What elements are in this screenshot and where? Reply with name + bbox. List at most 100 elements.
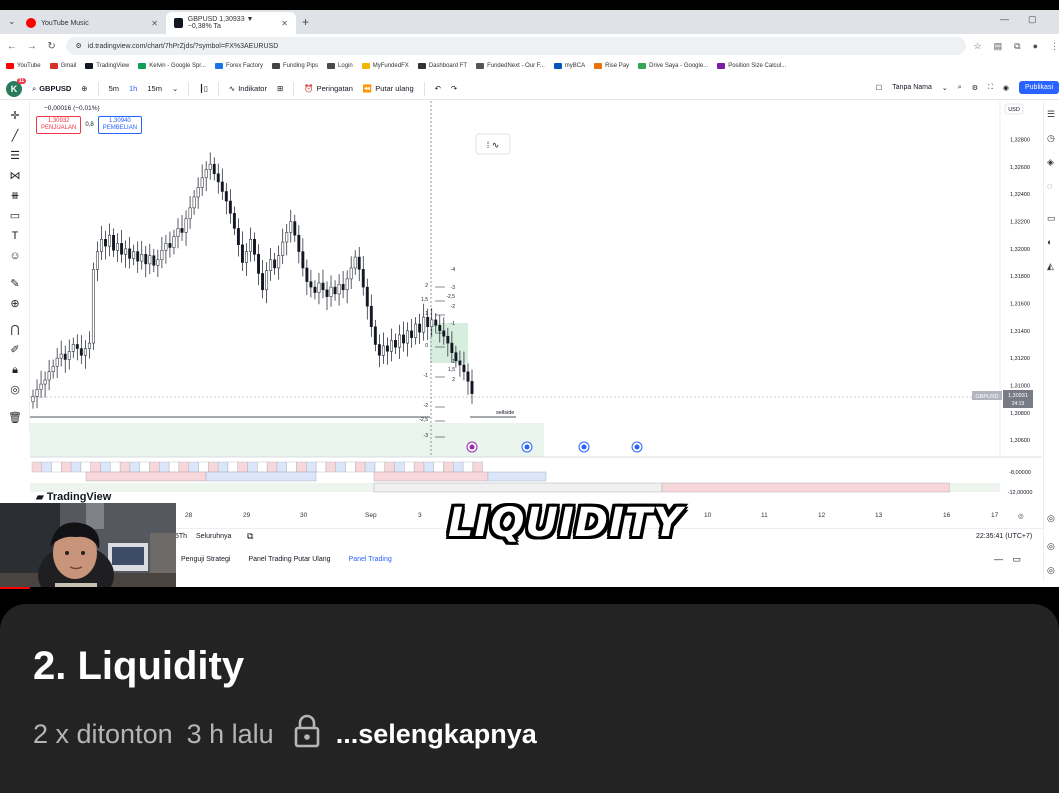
user-avatar[interactable]: K 11 [6, 77, 26, 97]
signal-icon[interactable]: ◐ [1047, 237, 1059, 247]
candlestick-chart[interactable]: sellside 2 1,5 1 0 -1 -2 -2,5 -3 -4 -3 -2,5 -2 -1 1 1,5… [30, 101, 1042, 501]
minimize-panel-icon[interactable]: — [994, 554, 1003, 564]
back-icon[interactable]: ← [6, 41, 18, 52]
bookmark-item[interactable]: TradingView [85, 63, 129, 69]
video-frame[interactable]: YouTube Music ✕ GBPUSD 1,30933 ▼ −0,38% … [0, 0, 1059, 605]
camera-icon[interactable]: ◉ [1003, 84, 1009, 92]
support-icon[interactable]: ◎ [1047, 565, 1059, 576]
buy-button[interactable]: 1,30940 PEMBELIAN [97, 116, 143, 134]
eye-icon[interactable]: ◎ [8, 383, 22, 397]
ideas-icon[interactable]: ◌ [1047, 181, 1059, 191]
help-icon[interactable]: ◎ [1047, 513, 1059, 524]
timeframe-dropdown-icon[interactable]: ⌄ [172, 84, 178, 93]
watchlist-icon[interactable]: ☰ [1047, 109, 1059, 120]
notifications-icon[interactable]: ◭ [1047, 261, 1059, 272]
forward-icon[interactable]: → [26, 41, 38, 52]
draw-mode-icon[interactable]: ✐ [8, 343, 22, 357]
new-tab-button[interactable]: + [296, 15, 315, 29]
profile-avatar[interactable]: ● [1033, 41, 1038, 52]
bookmark-item[interactable]: myBCA [553, 63, 585, 69]
lock-icon[interactable]: 🔒︎ [8, 363, 22, 377]
bookmark-item[interactable]: Gmail [49, 63, 76, 69]
bookmark-item[interactable]: Dashboard FT [417, 63, 467, 69]
url-field[interactable]: ⚙ id.tradingview.com/chart/7hPrZjds/?sym… [65, 37, 966, 55]
settings-icon[interactable]: ⚙ [972, 84, 978, 92]
indicator-block [355, 461, 366, 473]
bookmark-item[interactable]: Login [327, 63, 353, 69]
fib-icon[interactable]: ☰ [8, 149, 22, 163]
ruler-icon[interactable]: ✎ [8, 277, 22, 291]
timeframe-5m[interactable]: 5m [109, 84, 119, 93]
range-5y[interactable]: 5Th [175, 533, 187, 540]
add-symbol-icon[interactable]: ⊕ [81, 84, 87, 93]
rectangle-icon[interactable]: ▭ [8, 209, 22, 223]
bookmark-item[interactable]: MyFundedFX [361, 63, 409, 69]
tab-trading-panel[interactable]: Panel Trading [349, 556, 392, 563]
restore-icon[interactable]: ▢ [1028, 14, 1037, 25]
replay-button[interactable]: ⏪ Putar ulang [363, 84, 414, 93]
fullscreen-icon[interactable]: ⛶ [988, 84, 993, 92]
templates-icon[interactable]: ⊞ [277, 84, 283, 93]
menu-icon[interactable]: ⋮ [1050, 41, 1059, 52]
minimize-icon[interactable]: — [1000, 14, 1009, 24]
auto-scale-icon[interactable]: ◎ [1018, 512, 1024, 520]
text-icon[interactable]: T [8, 229, 22, 243]
history-icon[interactable]: ◎ [1047, 541, 1059, 552]
video-progress-bar[interactable] [0, 587, 1059, 605]
forecast-icon[interactable]: ⧻ [8, 189, 22, 203]
layers-icon[interactable]: ◈ [1047, 157, 1059, 168]
symbol-search[interactable]: ⌕ GBPUSD [32, 84, 71, 94]
reload-icon[interactable]: ↻ [46, 41, 58, 52]
trash-icon[interactable]: 🗑︎ [8, 411, 22, 425]
bookmark-item[interactable]: Rise Pay [594, 63, 629, 69]
timeframe-1h[interactable]: 1h [129, 84, 137, 93]
close-icon[interactable]: ✕ [151, 19, 158, 28]
candle-type-icon[interactable]: ┃▯ [199, 84, 208, 93]
sell-button[interactable]: 1,30932 PENJUALAN [36, 116, 82, 134]
tab-youtube-music[interactable]: YouTube Music ✕ [18, 12, 166, 34]
show-more-link[interactable]: ...selengkapnya [336, 719, 537, 750]
alert-button[interactable]: ⏰ Peringatan [304, 84, 353, 93]
tab-replay-trading[interactable]: Panel Trading Putar Ulang [248, 556, 330, 563]
undo-icon[interactable]: ↶ [435, 84, 441, 93]
site-info-icon[interactable]: ⚙ [76, 42, 82, 50]
chart-pane[interactable]: sellside 2 1,5 1 0 -1 -2 -2,5 -3 -4 -3 -2,5 -2 -1 1 1,5… [30, 101, 1042, 501]
date-range-icon[interactable]: ⧉ [247, 531, 253, 542]
zoom-in-icon[interactable]: ⊕ [8, 297, 22, 311]
range-all[interactable]: Seluruhnya [196, 533, 231, 540]
candle-body [216, 173, 220, 183]
translate-icon[interactable]: ▤ [994, 41, 1003, 52]
bookmark-item[interactable]: Funding Pips [272, 63, 318, 69]
timeframe-15m[interactable]: 15m [147, 84, 162, 93]
tab-strategy-tester[interactable]: Penguji Strategi [181, 556, 230, 563]
magnet-icon[interactable]: ⋂ [8, 323, 22, 337]
alerts-icon[interactable]: ◷ [1047, 133, 1059, 144]
crosshair-icon[interactable]: ✛ [8, 109, 22, 123]
trendline-icon[interactable]: ╱ [8, 129, 22, 143]
publish-button[interactable]: Publikasi [1018, 81, 1059, 94]
bookmark-item[interactable]: Forex Factory [214, 63, 263, 69]
bookmark-item[interactable]: FundedNext - Our F... [476, 63, 545, 69]
maximize-panel-icon[interactable]: ▭ [1012, 554, 1021, 565]
bookmark-item[interactable]: Drive Saya - Google... [638, 63, 708, 69]
search-icon: ⌕ [32, 83, 37, 93]
bookmark-star-icon[interactable]: ☆ [974, 41, 982, 52]
redo-icon[interactable]: ↷ [451, 84, 457, 93]
close-icon[interactable]: ✕ [281, 19, 288, 28]
pattern-icon[interactable]: ⋈ [8, 169, 22, 183]
layout-checkbox[interactable]: ☐ [876, 84, 882, 92]
candle-body [337, 284, 341, 295]
quick-search-icon[interactable]: ⌕ [958, 84, 962, 92]
bookmark-item[interactable]: YouTube [6, 63, 41, 69]
clock[interactable]: 22:35:41 (UTC+7) [976, 533, 1032, 540]
tab-search-icon[interactable]: ⌄ [8, 16, 16, 27]
layout-name[interactable]: Tanpa Nama [892, 84, 932, 91]
bookmark-item[interactable]: Kelvin - Google Spr... [138, 63, 206, 69]
emoji-icon[interactable]: ☺ [8, 249, 22, 263]
indicators-button[interactable]: ∿ Indikator [229, 84, 267, 93]
chat-icon[interactable]: ▭ [1047, 213, 1059, 224]
bookmark-item[interactable]: Position Size Calcul... [717, 63, 786, 69]
layout-dropdown-icon[interactable]: ⌄ [942, 84, 948, 92]
tab-tradingview[interactable]: GBPUSD 1,30933 ▼ −0,38% Ta ✕ [166, 12, 296, 34]
extensions-icon[interactable]: ⧉ [1014, 41, 1020, 52]
